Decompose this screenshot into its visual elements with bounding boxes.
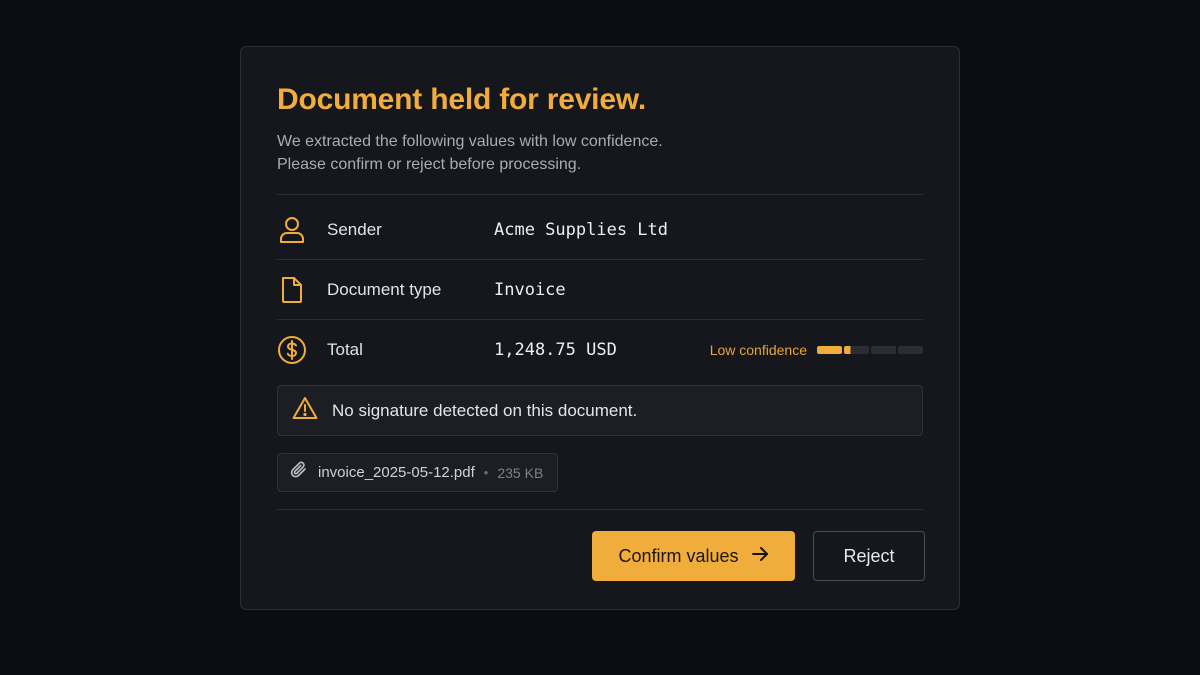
confidence-segment: [817, 346, 842, 354]
confirm-values-button[interactable]: Confirm values: [592, 531, 795, 581]
field-label: Total: [327, 340, 363, 359]
dialog-title: Document held for review.: [277, 83, 646, 116]
paperclip-icon: [290, 460, 308, 485]
field-value: Invoice: [494, 280, 566, 300]
confirm-label: Confirm values: [618, 545, 739, 566]
attachment-filename: invoice_2025-05-12.pdf: [318, 464, 475, 481]
field-value: Acme Supplies Ltd: [494, 220, 668, 240]
field-row-total: Total 1,248.75 USD Low confidence: [277, 320, 923, 380]
confidence-label: Low confidence: [709, 342, 807, 358]
confidence-segment: [898, 346, 923, 354]
user-icon: [275, 213, 309, 247]
field-row-sender: Sender Acme Supplies Ltd: [277, 200, 923, 260]
attachment-size: 235 KB: [497, 464, 544, 481]
reject-button[interactable]: Reject: [813, 531, 925, 581]
confidence-meter: [817, 346, 923, 354]
document-icon: [275, 273, 309, 307]
field-row-document-type: Document type Invoice: [277, 260, 923, 320]
divider: [277, 509, 923, 510]
confidence-segment: [871, 346, 896, 354]
dollar-icon: [275, 333, 309, 367]
dialog-subtitle: We extracted the following values with l…: [277, 130, 663, 176]
separator-dot: •: [483, 465, 489, 480]
field-label: Document type: [327, 280, 442, 299]
field-value: 1,248.75 USD: [494, 340, 617, 360]
attachment-chip[interactable]: invoice_2025-05-12.pdf • 235 KB: [277, 453, 559, 492]
subtitle-line-1: We extracted the following values with l…: [277, 133, 663, 150]
subtitle-line-2: Please confirm or reject before processi…: [277, 156, 582, 173]
confidence-segment: [844, 346, 869, 354]
arrow-right-icon: [751, 546, 769, 567]
confidence-indicator: Low confidence: [710, 342, 923, 358]
warning-icon: [292, 396, 318, 425]
divider: [277, 194, 923, 195]
warning-text: No signature detected on this document.: [332, 400, 638, 420]
review-dialog: Document held for review. We extracted t…: [240, 46, 960, 610]
field-label: Sender: [327, 220, 382, 239]
signature-warning: No signature detected on this document.: [277, 385, 923, 436]
